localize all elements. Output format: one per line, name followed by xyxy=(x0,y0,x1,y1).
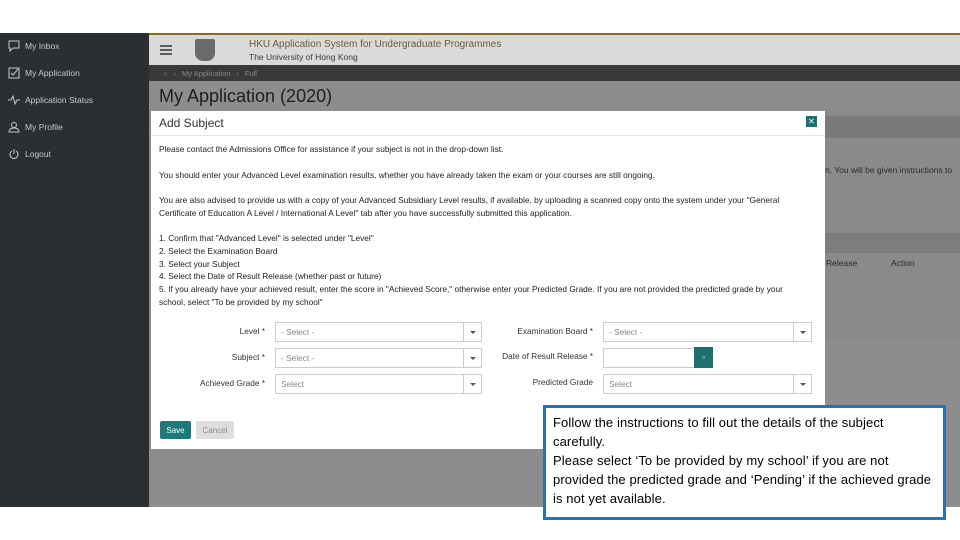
sidebar-item-label: Application Status xyxy=(25,95,94,105)
sidebar-item-label: My Inbox xyxy=(25,41,60,51)
result-release-date-input[interactable] xyxy=(603,348,695,368)
user-icon xyxy=(8,121,20,133)
examination-board-select[interactable]: - Select - xyxy=(603,322,812,342)
instruction-paragraph: Please contact the Admissions Office for… xyxy=(159,144,504,154)
callout-line: Please select ‘To be provided by my scho… xyxy=(553,453,932,506)
achieved-grade-label: Achieved Grade * xyxy=(199,378,265,388)
breadcrumb-item[interactable]: My Application xyxy=(182,69,230,78)
sidebar-item-my-profile[interactable]: My Profile xyxy=(8,117,63,137)
select-value: - Select - xyxy=(609,327,643,337)
checkbox-icon xyxy=(8,67,20,79)
sidebar-item-my-application[interactable]: My Application xyxy=(8,63,80,83)
breadcrumb: ⌂ › My Application › Full xyxy=(149,65,960,81)
select-value: Select xyxy=(609,379,633,389)
calendar-icon: ▫ xyxy=(702,353,705,362)
subject-label: Subject * xyxy=(231,352,265,362)
chevron-right-icon: › xyxy=(236,68,239,78)
instruction-callout: Follow the instructions to fill out the … xyxy=(543,405,946,520)
chevron-down-icon xyxy=(463,349,481,367)
instruction-paragraph: You should enter your Advanced Level exa… xyxy=(159,169,655,180)
hku-crest-logo xyxy=(195,39,215,61)
select-value: - Select - xyxy=(281,353,315,363)
predicted-grade-label: Predicted Grade xyxy=(532,377,593,387)
subject-select[interactable]: - Select - xyxy=(275,348,482,368)
instruction-step: 4. Select the Date of Result Release (wh… xyxy=(159,271,382,282)
background-table-header xyxy=(825,233,960,253)
select-value: Select xyxy=(281,379,305,389)
calendar-button[interactable]: ▫ xyxy=(694,347,713,368)
sidebar-item-label: Logout xyxy=(25,149,51,159)
pulse-icon xyxy=(8,94,20,106)
select-value: - Select - xyxy=(281,327,315,337)
system-title: HKU Application System for Undergraduate… xyxy=(249,39,502,50)
page-title: My Application (2020) xyxy=(159,86,333,106)
background-instruction-text: n. You will be given instructions to xyxy=(825,165,953,175)
instruction-step: 1. Confirm that "Advanced Level" is sele… xyxy=(159,233,374,243)
sidebar: My Inbox My Application Application Stat… xyxy=(0,33,149,507)
callout-line: Follow the instructions to fill out the … xyxy=(553,415,884,449)
breadcrumb-item: Full xyxy=(244,68,257,78)
result-release-date-label: Date of Result Release * xyxy=(502,351,593,361)
close-icon: ✕ xyxy=(808,117,815,126)
chevron-down-icon xyxy=(463,375,481,393)
chevron-right-icon: › xyxy=(173,68,177,78)
university-name: The University of Hong Kong xyxy=(249,52,358,62)
sidebar-item-label: My Profile xyxy=(25,122,63,132)
level-select[interactable]: - Select - xyxy=(275,322,482,342)
examination-board-label: Examination Board * xyxy=(517,326,593,336)
close-button[interactable]: ✕ xyxy=(806,116,817,127)
background-panel xyxy=(823,111,960,341)
instruction-paragraph: You are also advised to provide us with … xyxy=(159,195,780,218)
instruction-step: 2. Select the Examination Board xyxy=(159,245,278,256)
instruction-steps: 1. Confirm that "Advanced Level" is sele… xyxy=(159,232,809,309)
sidebar-item-application-status[interactable]: Application Status xyxy=(8,90,93,110)
sidebar-item-inbox[interactable]: My Inbox xyxy=(8,36,60,56)
top-bar: HKU Application System for Undergraduate… xyxy=(149,33,960,65)
instruction-step: 3. Select your Subject xyxy=(159,258,240,269)
modal-title: Add Subject xyxy=(159,116,224,130)
cancel-button[interactable]: Cancel xyxy=(196,421,234,439)
sidebar-item-label: My Application xyxy=(25,68,80,78)
chevron-down-icon xyxy=(793,375,811,393)
instruction-step: 5. If you already have your achieved res… xyxy=(159,284,783,307)
logout-icon xyxy=(8,148,20,160)
add-subject-modal: Add Subject ✕ Please contact the Admissi… xyxy=(151,111,825,449)
modal-header: Add Subject ✕ xyxy=(151,111,825,136)
menu-icon[interactable] xyxy=(159,43,173,57)
table-header-release: Release xyxy=(826,258,858,268)
save-button[interactable]: Save xyxy=(160,421,191,439)
background-panel-header xyxy=(825,116,960,138)
chevron-down-icon xyxy=(793,323,811,341)
predicted-grade-select[interactable]: Select xyxy=(603,374,812,394)
table-header-action: Action xyxy=(891,258,915,268)
modal-instructions: Please contact the Admissions Office for… xyxy=(159,143,809,309)
chat-icon xyxy=(8,40,20,52)
level-label: Level * xyxy=(239,326,265,336)
home-icon[interactable]: ⌂ xyxy=(163,69,168,78)
sidebar-item-logout[interactable]: Logout xyxy=(8,144,51,164)
achieved-grade-select[interactable]: Select xyxy=(275,374,482,394)
chevron-down-icon xyxy=(463,323,481,341)
